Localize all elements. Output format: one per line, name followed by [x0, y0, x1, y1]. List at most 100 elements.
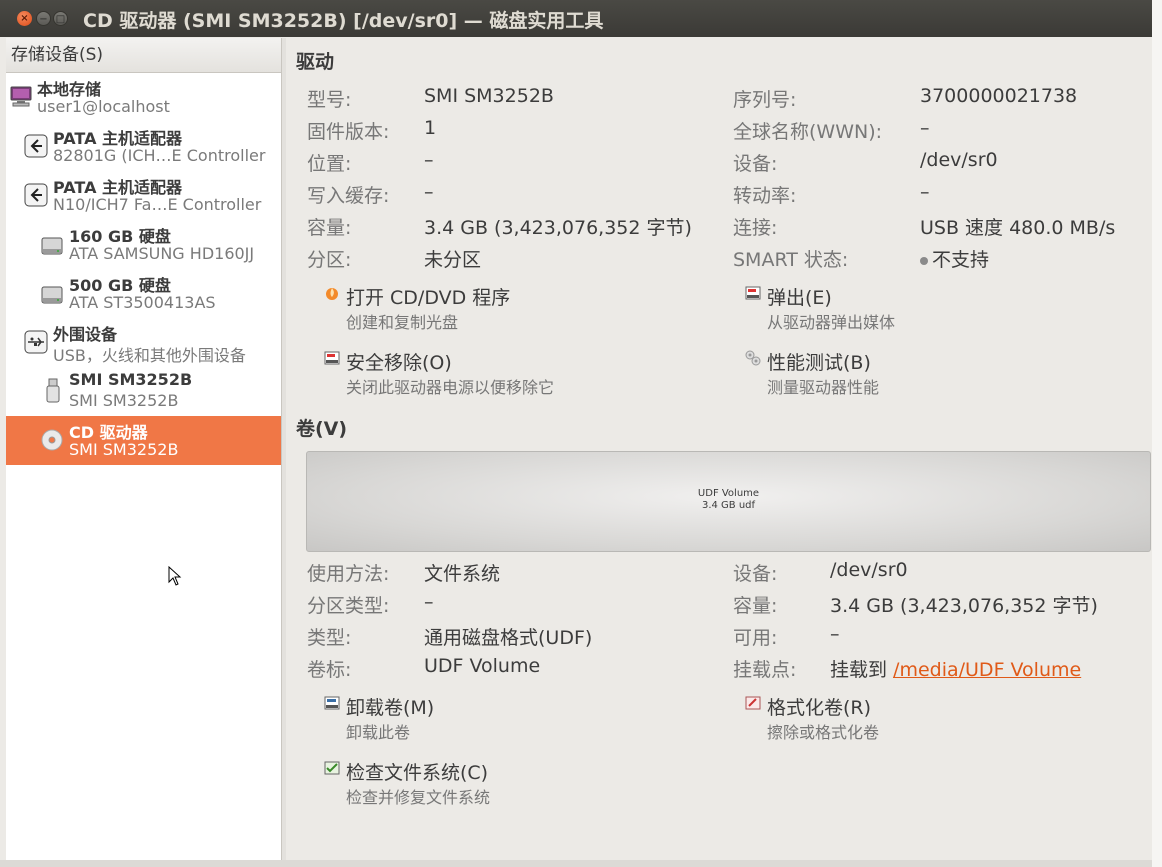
flame-icon: [324, 285, 340, 301]
minimize-window-button[interactable]: −: [36, 11, 51, 26]
usb-icon: [24, 330, 48, 358]
harddisk-icon: [40, 282, 64, 310]
benchmark-icon: [745, 350, 761, 366]
sidebar-item-500gb-disk[interactable]: 500 GB 硬盘 ATA ST3500413AS: [6, 272, 281, 318]
connection-value: USB 速度 480.0 MB/s: [920, 217, 1116, 239]
firmware-label: 固件版本:: [307, 121, 390, 143]
safe-remove-desc: 关闭此驱动器电源以便移除它: [346, 378, 555, 397]
sidebar-item-subtitle: N10/ICH7 Fa…E Controller: [53, 195, 262, 214]
safe-remove-button[interactable]: 安全移除(O) 关闭此驱动器电源以便移除它: [324, 348, 644, 397]
mount-prefix: 挂载到: [830, 659, 894, 681]
drive-section-title: 驱动: [296, 51, 335, 73]
volume-label-label: 卷标:: [307, 659, 352, 681]
sidebar-item-subtitle: 82801G (ICH…E Controller: [53, 146, 266, 165]
eject-desc: 从驱动器弹出媒体: [767, 313, 896, 332]
benchmark-button[interactable]: 性能测试(B) 测量驱动器性能: [745, 348, 1045, 397]
format-volume-title: 格式化卷(R): [767, 697, 872, 719]
partition-type-label: 分区类型:: [307, 595, 390, 617]
check-filesystem-button[interactable]: 检查文件系统(C) 检查并修复文件系统: [324, 758, 624, 807]
capacity-label: 容量:: [307, 217, 352, 239]
check-filesystem-desc: 检查并修复文件系统: [346, 788, 491, 807]
format-icon: [745, 695, 761, 711]
details-panel: 驱动 型号: SMI SM3252B 固件版本: 1 位置: – 写入缓存: –…: [287, 38, 1152, 860]
format-volume-desc: 擦除或格式化卷: [767, 723, 880, 742]
open-cd-dvd-button[interactable]: 打开 CD/DVD 程序 创建和复制光盘: [324, 283, 624, 332]
mount-point-link[interactable]: /media/UDF Volume: [893, 659, 1081, 681]
sidebar-item-160gb-disk[interactable]: 160 GB 硬盘 ATA SAMSUNG HD160JJ: [6, 223, 281, 269]
unmount-button[interactable]: 卸载卷(M) 卸载此卷: [324, 693, 624, 742]
mouse-cursor-icon: [168, 565, 182, 590]
model-value: SMI SM3252B: [424, 85, 554, 107]
available-value: –: [830, 623, 840, 645]
serial-label: 序列号:: [733, 89, 797, 111]
pane-splitter[interactable]: [282, 38, 286, 860]
sidebar-header[interactable]: 存储设备(S): [6, 38, 281, 73]
serial-value: 3700000021738: [920, 85, 1078, 107]
sidebar-item-subtitle: SMI SM3252B: [69, 440, 179, 459]
volume-map-bar[interactable]: UDF Volume 3.4 GB udf: [306, 451, 1151, 552]
sidebar-item-title: SMI SM3252B: [69, 370, 193, 389]
safe-remove-title: 安全移除(O): [346, 352, 452, 374]
volume-device-value: /dev/sr0: [830, 559, 908, 581]
eject-title: 弹出(E): [767, 287, 832, 309]
volume-capacity-value: 3.4 GB (3,423,076,352 字节): [830, 595, 1098, 617]
status-dot-icon: [920, 256, 928, 265]
sidebar-item-smi-usb[interactable]: SMI SM3252B SMI SM3252B: [6, 370, 281, 416]
firmware-value: 1: [424, 117, 437, 139]
sidebar-item-cd-drive[interactable]: CD 驱动器 SMI SM3252B: [6, 416, 281, 465]
device-label: 设备:: [733, 153, 778, 175]
benchmark-title: 性能测试(B): [767, 352, 871, 374]
background-window-edge: [1152, 0, 1162, 867]
format-volume-button[interactable]: 格式化卷(R) 擦除或格式化卷: [745, 693, 1045, 742]
volume-capacity-label: 容量:: [733, 595, 778, 617]
device-value: /dev/sr0: [920, 149, 998, 171]
write-cache-value: –: [424, 181, 434, 203]
sidebar-item-local-storage[interactable]: 本地存储 user1@localhost: [6, 76, 281, 122]
partitioning-value: 未分区: [424, 249, 482, 271]
window-title: CD 驱动器 (SMI SM3252B) [/dev/sr0] — 磁盘实用工具: [83, 10, 604, 32]
sidebar-item-subtitle: user1@localhost: [37, 97, 170, 116]
usage-value: 文件系统: [424, 563, 501, 585]
sidebar-item-subtitle: ATA SAMSUNG HD160JJ: [69, 244, 255, 263]
wwn-label: 全球名称(WWN):: [733, 121, 883, 143]
volume-label-value: UDF Volume: [424, 655, 541, 677]
adapter-icon: [24, 183, 48, 211]
cdrom-icon: [41, 429, 63, 455]
maximize-window-button[interactable]: □: [53, 11, 68, 26]
sidebar-item-peripherals[interactable]: 外围设备 USB，火线和其他外围设备: [6, 321, 281, 367]
rotation-value: –: [920, 181, 930, 203]
sidebar-item-subtitle: ATA ST3500413AS: [69, 293, 216, 312]
eject-icon: [745, 285, 761, 301]
sidebar-item-pata-adapter-2[interactable]: PATA 主机适配器 N10/ICH7 Fa…E Controller: [6, 174, 281, 220]
storage-devices-sidebar: 存储设备(S) 本地存储 user1@localhost PATA 主机适配器 …: [6, 38, 282, 860]
computer-icon: [9, 85, 33, 111]
partitioning-label: 分区:: [307, 249, 352, 271]
write-cache-label: 写入缓存:: [307, 185, 390, 207]
sidebar-item-subtitle: USB，火线和其他外围设备: [53, 346, 246, 365]
harddisk-icon: [40, 233, 64, 261]
safe-remove-icon: [324, 350, 340, 366]
benchmark-desc: 测量驱动器性能: [767, 378, 880, 397]
adapter-icon: [24, 134, 48, 162]
title-bar: × − □ CD 驱动器 (SMI SM3252B) [/dev/sr0] — …: [0, 0, 1162, 37]
location-label: 位置:: [307, 153, 352, 175]
type-label: 类型:: [307, 627, 352, 649]
capacity-value: 3.4 GB (3,423,076,352 字节): [424, 217, 692, 239]
mount-point-value: 挂载到 /media/UDF Volume: [830, 655, 1081, 682]
mount-point-label: 挂载点:: [733, 659, 797, 681]
available-label: 可用:: [733, 627, 778, 649]
close-window-button[interactable]: ×: [17, 11, 32, 26]
model-label: 型号:: [307, 89, 352, 111]
sidebar-item-subtitle: SMI SM3252B: [69, 391, 179, 410]
smart-label: SMART 状态:: [733, 249, 849, 271]
volume-bar-name: UDF Volume: [697, 488, 760, 499]
check-filesystem-title: 检查文件系统(C): [346, 762, 489, 784]
sidebar-item-pata-adapter-1[interactable]: PATA 主机适配器 82801G (ICH…E Controller: [6, 125, 281, 171]
eject-button[interactable]: 弹出(E) 从驱动器弹出媒体: [745, 283, 1045, 332]
smart-status: 不支持: [920, 245, 989, 272]
open-cd-dvd-desc: 创建和复制光盘: [346, 313, 459, 332]
usb-stick-icon: [46, 378, 60, 408]
type-value: 通用磁盘格式(UDF): [424, 627, 593, 649]
volume-bar-size: 3.4 GB udf: [701, 500, 756, 511]
check-filesystem-icon: [324, 760, 340, 776]
